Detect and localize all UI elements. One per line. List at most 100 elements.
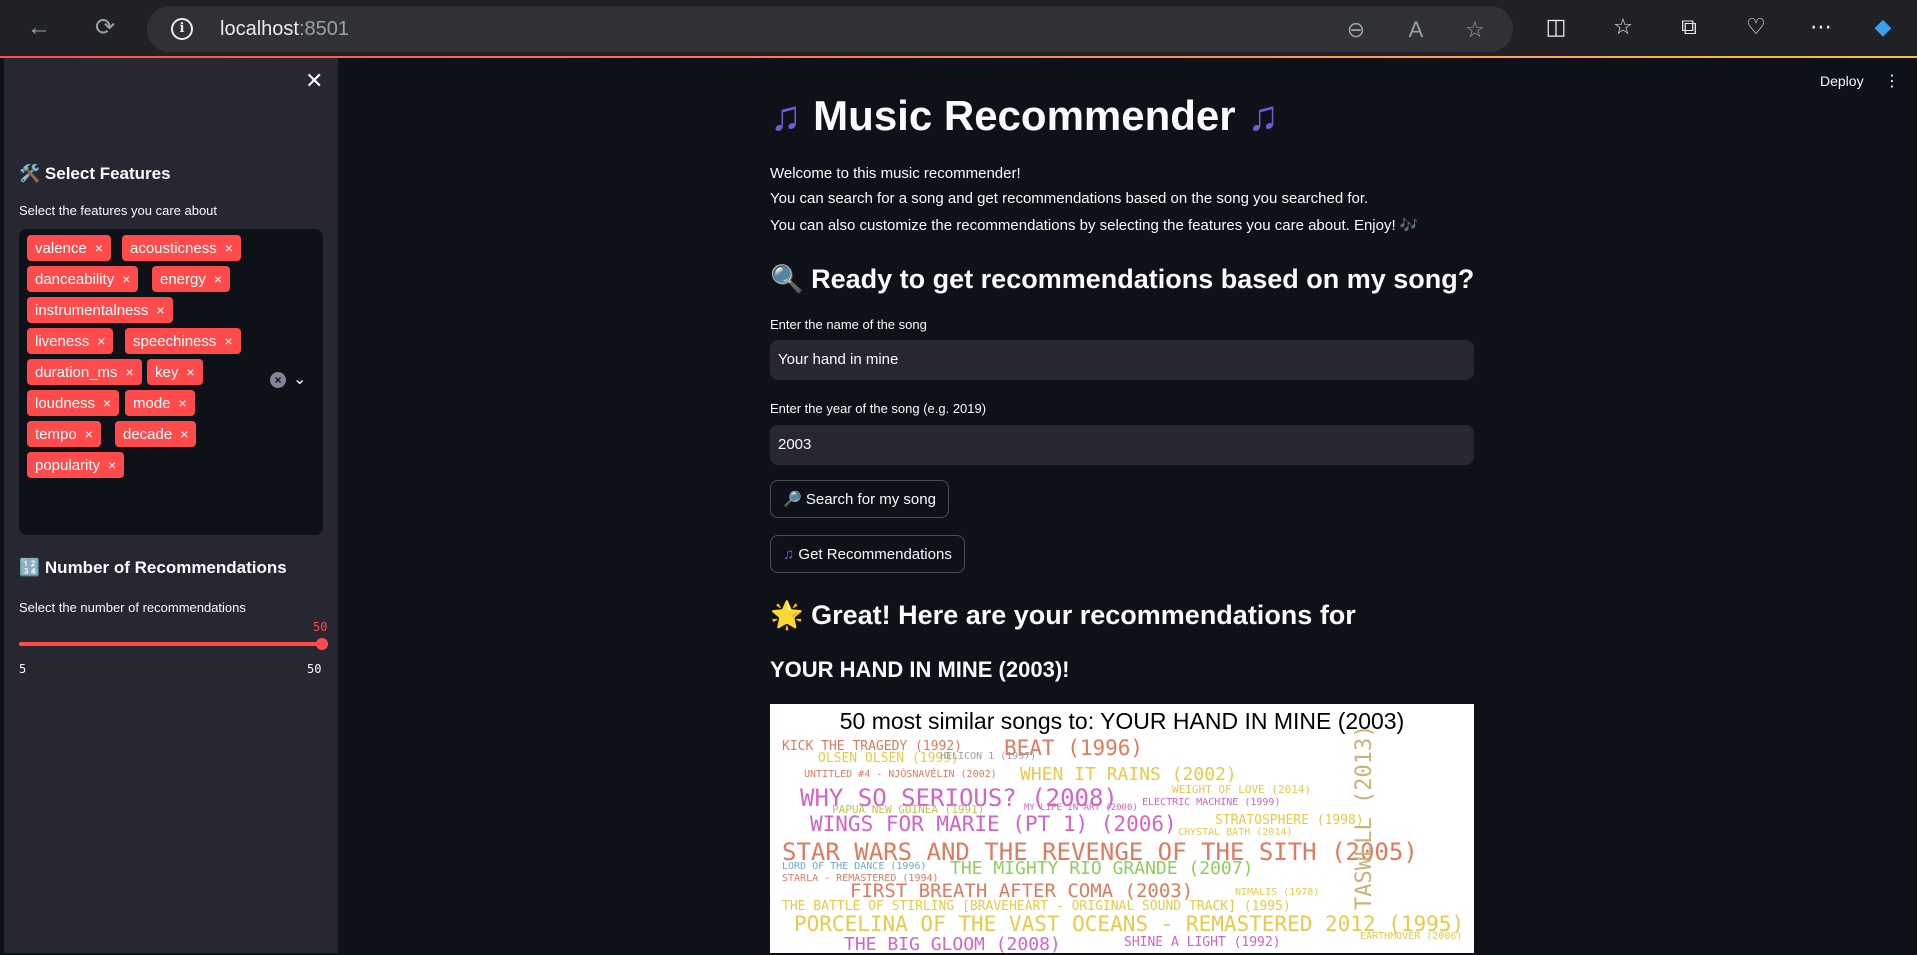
browser-toolbar: ← ⟳ i localhost:8501 ⊖ A ☆ ◫ ☆ ⧉ ♡ ⋯ ◆ [0,0,1917,56]
wordcloud-word: EARTHMOVER (2006) [1360,931,1463,942]
wordcloud-word: NIMALIS (1978) [1235,887,1320,898]
site-info-icon[interactable]: i [171,18,193,40]
wordcloud-word: STRATOSPHERE (1998) [1215,813,1364,828]
wordcloud-word: WEIGHT OF LOVE (2014) [1172,783,1312,796]
remove-chip-icon[interactable]: × [95,240,103,256]
music-note-icon: ♫ [1247,92,1279,139]
wordcloud-word: OLSEN OLSEN (1999) [818,751,959,766]
wordcloud-word: CRYSTAL BATH (2014) [1178,827,1293,838]
main-menu-icon[interactable]: ⋮ [1884,71,1900,91]
similar-songs-wordcloud: 50 most similar songs to: YOUR HAND IN M… [770,704,1474,953]
remove-chip-icon[interactable]: × [180,426,188,442]
feature-chip-label: speechiness [133,333,217,350]
remove-chip-icon[interactable]: × [214,271,222,287]
search-song-button[interactable]: 🔎 Search for my song [770,480,949,518]
wordcloud-word: ELECTRIC MACHINE (1999) [1142,797,1281,808]
feature-chip[interactable]: liveness × [27,328,114,354]
feature-chip-label: key [155,364,179,381]
slider-min: 5 [19,662,27,676]
remove-chip-icon[interactable]: × [224,333,232,349]
feature-chip-label: popularity [35,457,101,474]
wordcloud-word: WINGS FOR MARIE (PT 1) (2006) [810,812,1177,836]
feature-chip-label: instrumentalness [35,302,149,319]
tools-icon: 🛠️ [19,164,41,183]
split-screen-icon[interactable]: ◫ [1541,14,1571,40]
refresh-icon[interactable]: ⟳ [90,13,120,43]
intro-line-3: You can also customize the recommendatio… [770,217,1419,234]
get-recommendations-button[interactable]: ♫ Get Recommendations [770,535,965,573]
remove-chip-icon[interactable]: × [225,240,233,256]
recommendations-slider-track[interactable] [19,642,328,646]
browser-essentials-icon[interactable]: ♡ [1741,14,1771,40]
close-sidebar-icon[interactable]: ✕ [305,68,323,94]
feature-chip[interactable]: duration_ms × [27,359,142,385]
music-note-icon: ♫ [770,92,802,139]
feature-chip[interactable]: speechiness × [125,328,241,354]
features-multiselect[interactable]: valence × acousticness × danceability × energy… [19,229,323,535]
feature-chip-label: valence [35,240,87,257]
number-recommendations-label: Select the number of recommendations [19,600,246,615]
remove-chip-icon[interactable]: × [126,364,134,380]
address-bar[interactable]: i localhost:8501 ⊖ A ☆ [147,6,1513,52]
song-name-label: Enter the name of the song [770,317,927,332]
intro-line-2: You can search for a song and get recomm… [770,190,1369,207]
ready-heading: 🔍 Ready to get recommendations based on … [770,264,1475,294]
feature-chip[interactable]: acousticness × [122,235,241,261]
feature-chip[interactable]: energy × [152,266,231,292]
chevron-down-icon[interactable]: ⌄ [293,369,306,389]
back-icon[interactable]: ← [24,13,54,43]
feature-chip[interactable]: loudness × [27,390,120,416]
feature-chip[interactable]: key × [147,359,203,385]
remove-chip-icon[interactable]: × [156,302,164,318]
zoom-icon[interactable]: ⊖ [1343,17,1369,43]
feature-chip-label: liveness [35,333,90,350]
intro-line-1: Welcome to this music recommender! [770,165,1021,182]
feature-chip[interactable]: popularity × [27,452,125,478]
favorites-icon[interactable]: ☆ [1608,14,1638,40]
collections-icon[interactable]: ⧉ [1674,14,1704,40]
feature-chip[interactable]: mode × [125,390,195,416]
remove-chip-icon[interactable]: × [85,426,93,442]
sidebar: ✕ 🛠️ Select Features Select the features… [4,58,338,953]
numbers-icon: 🔢 [19,558,41,577]
wordcloud-word: SHINE A LIGHT (1992) [1124,935,1281,950]
wordcloud-word: HELICON 1 (1997) [940,751,1037,762]
page-title: ♫ Music Recommender ♫ [770,92,1279,139]
wordcloud-word-vertical: TASWELL (2013) [1352,724,1377,910]
recommendations-slider-thumb[interactable] [316,638,328,650]
feature-chip-label: tempo [35,426,77,443]
feature-chip-label: acousticness [130,240,217,257]
remove-chip-icon[interactable]: × [122,271,130,287]
slider-value: 50 [313,620,328,634]
wordcloud-word: THE BIG GLOOM (2008) [844,934,1061,954]
more-menu-icon[interactable]: ⋯ [1806,14,1836,40]
number-recommendations-heading: 🔢 Number of Recommendations [19,558,287,577]
copilot-icon[interactable]: ◆ [1868,14,1898,40]
remove-chip-icon[interactable]: × [103,395,111,411]
read-aloud-icon[interactable]: A [1403,17,1429,43]
remove-chip-icon[interactable]: × [186,364,194,380]
slider-max: 50 [307,662,322,676]
feature-chip[interactable]: valence × [27,235,111,261]
remove-chip-icon[interactable]: × [108,457,116,473]
song-name-input[interactable]: Your hand in mine [770,340,1474,380]
feature-chip[interactable]: instrumentalness × [27,297,173,323]
feature-chip-label: danceability [35,271,115,288]
sun-icon: 🌟 [770,600,804,630]
deploy-button[interactable]: Deploy [1820,73,1864,89]
select-features-heading: 🛠️ Select Features [19,164,171,183]
remove-chip-icon[interactable]: × [97,333,105,349]
search-icon: 🔎 [783,491,802,508]
song-heading: YOUR HAND IN MINE (2003)! [770,657,1070,682]
feature-chip[interactable]: tempo × [27,421,101,447]
remove-chip-icon[interactable]: × [179,395,187,411]
feature-chip[interactable]: decade × [115,421,197,447]
song-year-input[interactable]: 2003 [770,425,1474,465]
feature-chip-label: loudness [35,395,96,412]
features-label: Select the features you care about [19,203,218,218]
results-heading: 🌟 Great! Here are your recommendations f… [770,600,1356,630]
favorite-star-icon[interactable]: ☆ [1462,17,1488,43]
feature-chip[interactable]: danceability × [27,266,139,292]
clear-all-icon[interactable]: × [270,372,286,388]
wordcloud-word: WHEN IT RAINS (2002) [1020,764,1237,785]
